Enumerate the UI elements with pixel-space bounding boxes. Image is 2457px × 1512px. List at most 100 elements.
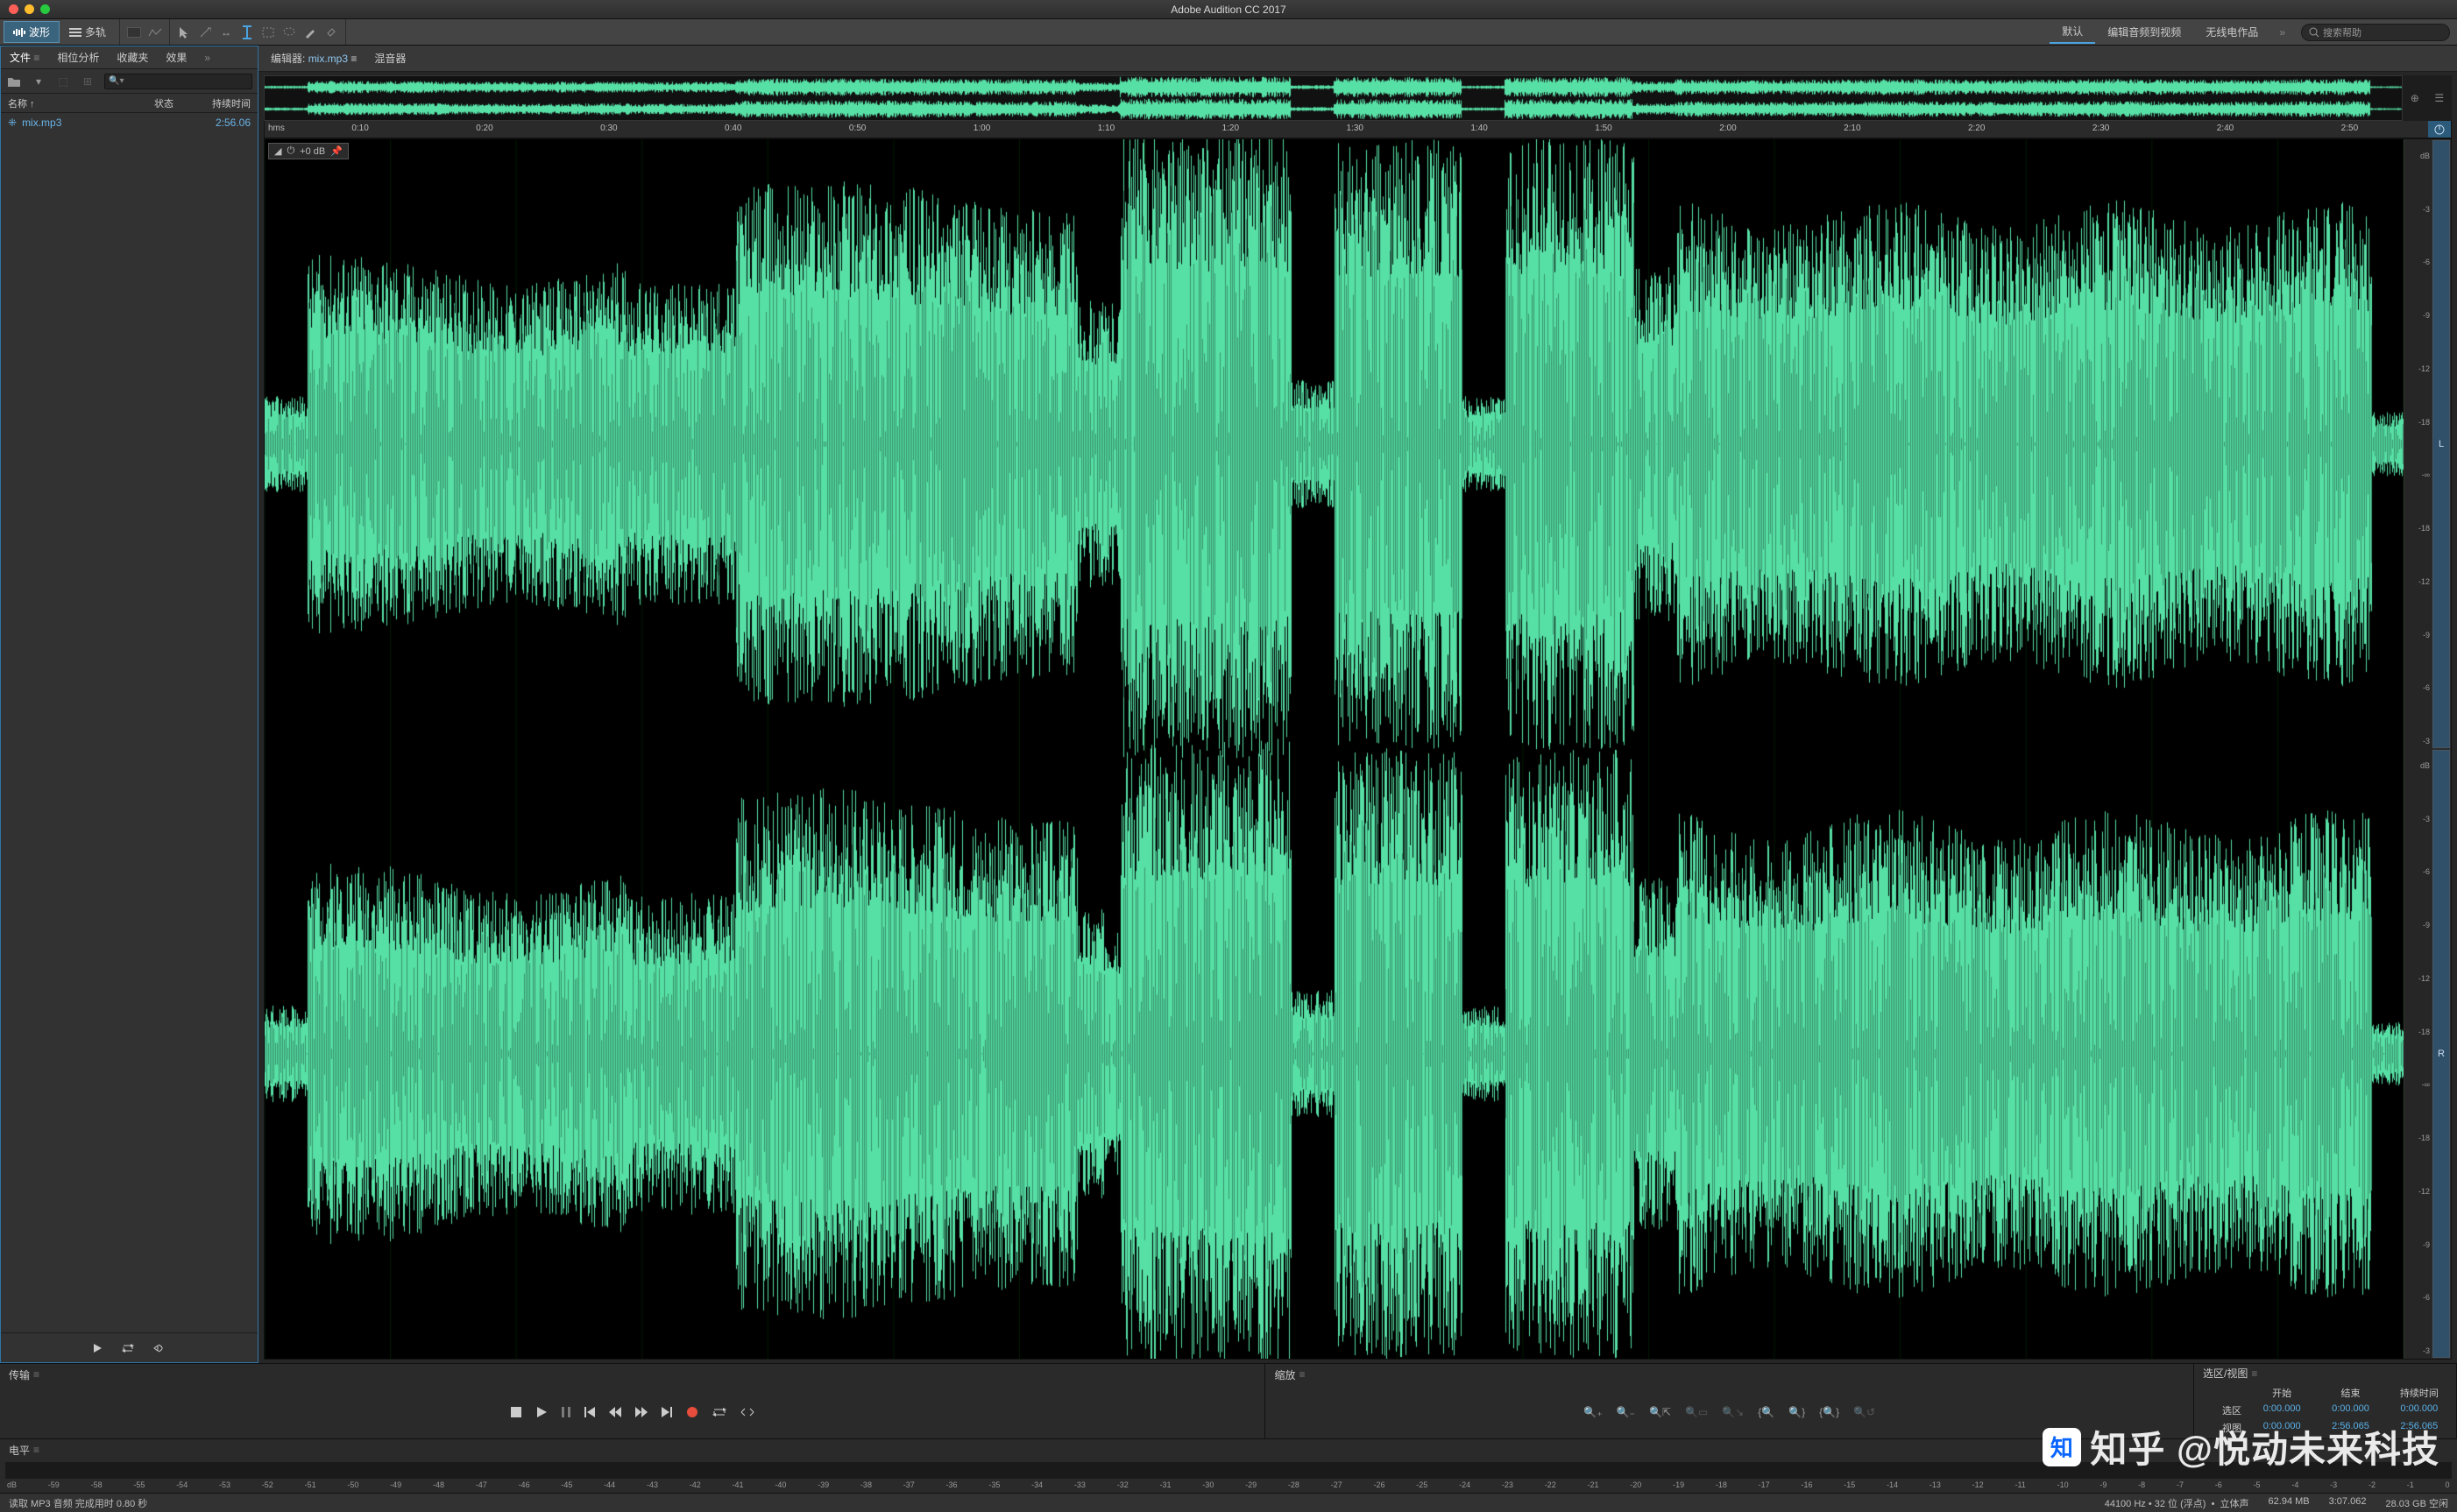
phase-tab[interactable]: 相位分析 [48, 46, 108, 69]
workspace-default[interactable]: 默认 [2050, 20, 2095, 44]
lasso-tool-button[interactable] [280, 24, 298, 41]
skip-selection-button[interactable] [740, 1407, 754, 1417]
heal-tool-button[interactable] [322, 24, 340, 41]
hud-pin-icon[interactable]: 📌 [330, 145, 343, 157]
levels-db-scale: dB-59-58-55-54-53-52-51-50-49-48-47-46-4… [0, 1480, 2457, 1493]
close-window-icon[interactable] [9, 4, 18, 14]
mixer-tab[interactable]: 混音器 [365, 46, 414, 70]
overview-waveform[interactable]: ⊕ ☰ [264, 75, 2452, 121]
zoom-vertical-button[interactable]: {🔍} [1819, 1406, 1839, 1418]
favorites-tab[interactable]: 收藏夹 [108, 46, 157, 69]
razor-tool-button[interactable] [196, 24, 214, 41]
file-list-header: 名称 ↑ 状态 持续时间 [1, 94, 258, 113]
file-filter-input[interactable]: 🔍▾ [104, 74, 252, 89]
view-row-label: 视图 [2203, 1421, 2241, 1435]
preview-autoplay-button[interactable] [153, 1343, 167, 1353]
zoom-selection-button[interactable]: 🔍▭ [1685, 1406, 1708, 1418]
new-file-button[interactable]: ▾ [31, 74, 46, 89]
status-bitdepth: 32 位 (浮点) [2155, 1499, 2206, 1509]
multitrack-icon [69, 28, 81, 37]
zoom-in-button[interactable]: 🔍₊ [1583, 1406, 1602, 1418]
sel-row-label: 选区 [2203, 1403, 2241, 1417]
insert-button[interactable]: ⊞ [80, 74, 96, 89]
file-duration: 2:56.06 [198, 117, 251, 129]
sel-dur[interactable]: 0:00.000 [2391, 1403, 2447, 1417]
workspace-radio[interactable]: 无线电作品 [2193, 21, 2270, 43]
zoom-in-right-button[interactable]: 🔍} [1788, 1406, 1805, 1418]
view-list-button[interactable]: ☰ [2434, 92, 2444, 104]
stop-button[interactable] [511, 1407, 521, 1417]
ruler-marker-icon[interactable] [2428, 121, 2451, 138]
zoom-in-left-button[interactable]: {🔍 [1758, 1406, 1774, 1418]
minimize-window-icon[interactable] [25, 4, 34, 14]
brush-tool-button[interactable] [301, 24, 319, 41]
sel-hdr-start: 开始 [2254, 1386, 2310, 1400]
help-search-input[interactable]: 搜索帮助 [2301, 24, 2450, 41]
workspace-more-button[interactable]: » [2270, 26, 2294, 39]
go-end-button[interactable] [662, 1407, 672, 1417]
channel-right-button[interactable]: R [2432, 750, 2450, 1358]
go-start-button[interactable] [584, 1407, 595, 1417]
overview-canvas[interactable] [265, 76, 2402, 120]
zoom-nav-button[interactable]: ⊕ [2411, 92, 2419, 104]
loop-button[interactable] [712, 1407, 726, 1417]
zoom-panel: 缩放 🔍₊ 🔍₋ 🔍⇱ 🔍▭ 🔍↘ {🔍 🔍} {🔍} 🔍↺ [1265, 1364, 2194, 1438]
maximize-window-icon[interactable] [40, 4, 50, 14]
gain-hud[interactable]: ◢ ⏻ +0 dB 📌 [268, 143, 349, 159]
editor-filename: mix.mp3 [308, 53, 348, 65]
col-status[interactable]: 状态 [154, 96, 198, 110]
zoom-full-button[interactable]: 🔍⇱ [1649, 1406, 1671, 1418]
multitrack-label: 多轨 [85, 25, 106, 39]
rewind-button[interactable] [609, 1407, 621, 1417]
pause-button[interactable] [562, 1407, 570, 1417]
spectral-pitch-button[interactable] [146, 24, 164, 41]
preview-play-button[interactable] [92, 1343, 103, 1353]
audio-file-icon: ⁜ [8, 117, 17, 129]
levels-meter[interactable] [5, 1462, 2452, 1479]
status-task: 读取 MP3 音频 完成用时 0.80 秒 [9, 1496, 147, 1510]
selection-view-panel: 选区/视图 开始 结束 持续时间 选区 0:00.000 0:00.000 0:… [2194, 1364, 2457, 1438]
transport-title: 传输 [0, 1364, 1264, 1385]
zoom-out-button[interactable]: 🔍₋ [1617, 1406, 1635, 1418]
multitrack-view-button[interactable]: 多轨 [60, 21, 116, 43]
view-end[interactable]: 2:56.065 [2322, 1421, 2378, 1435]
view-dur[interactable]: 2:56.065 [2391, 1421, 2447, 1435]
workspace-edit-audio[interactable]: 编辑音频到视频 [2095, 21, 2193, 43]
spectral-freq-button[interactable] [125, 24, 143, 41]
channel-left-button[interactable]: L [2432, 140, 2450, 748]
play-button[interactable] [535, 1406, 548, 1418]
waveform-label: 波形 [29, 25, 50, 39]
panel-more-button[interactable]: » [195, 52, 219, 64]
move-tool-button[interactable] [175, 24, 193, 41]
open-file-button[interactable] [6, 74, 22, 89]
view-start[interactable]: 0:00.000 [2254, 1421, 2310, 1435]
editor-tab[interactable]: 编辑器: mix.mp3 ≡ [262, 46, 365, 70]
waveform-canvas[interactable] [265, 139, 2404, 1359]
zoom-in-point-button[interactable]: 🔍↘ [1722, 1406, 1744, 1418]
sel-hdr-end: 结束 [2322, 1386, 2378, 1400]
hud-gain-value: +0 dB [300, 146, 325, 157]
slip-tool-button[interactable]: ↔ [217, 24, 235, 41]
col-duration[interactable]: 持续时间 [198, 96, 251, 110]
search-icon [2309, 27, 2319, 38]
waveform-view-button[interactable]: 波形 [4, 21, 60, 43]
status-size: 62.94 MB [2269, 1496, 2310, 1510]
effects-tab[interactable]: 效果 [157, 46, 195, 69]
zoom-reset-button[interactable]: 🔍↺ [1853, 1406, 1875, 1418]
preview-loop-button[interactable] [122, 1343, 134, 1353]
col-name[interactable]: 名称 ↑ [8, 96, 154, 110]
waveform-display[interactable]: ◢ ⏻ +0 dB 📌 [265, 139, 2404, 1359]
record-file-button[interactable]: ⬚ [55, 74, 71, 89]
files-tab[interactable]: 文件 [1, 46, 48, 69]
sel-start[interactable]: 0:00.000 [2254, 1403, 2310, 1417]
timeline-ruler[interactable]: hms 0:100:200:300:400:501:001:101:201:30… [264, 121, 2452, 138]
record-button[interactable] [686, 1406, 698, 1418]
marquee-tool-button[interactable] [259, 24, 277, 41]
time-select-tool-button[interactable] [238, 24, 256, 41]
sel-end[interactable]: 0:00.000 [2322, 1403, 2378, 1417]
main-toolbar: 波形 多轨 ↔ 默认 编辑音频到视频 无线电作品 » 搜索 [0, 19, 2457, 46]
file-row[interactable]: ⁜mix.mp3 2:56.06 [1, 113, 258, 132]
forward-button[interactable] [635, 1407, 648, 1417]
status-bar: 读取 MP3 音频 完成用时 0.80 秒 44100 Hz • 32 位 (浮… [0, 1493, 2457, 1512]
window-controls [0, 4, 50, 14]
